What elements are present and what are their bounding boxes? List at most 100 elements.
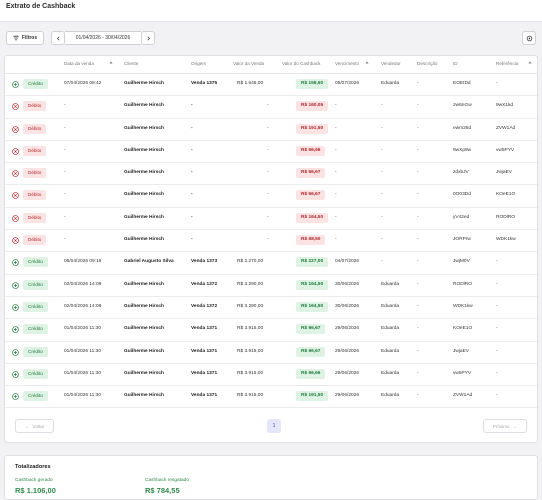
cell-description: - <box>417 125 419 131</box>
page-title: Extrato de Cashback <box>6 3 76 10</box>
type-badge: Crédito <box>23 257 48 268</box>
sort-icon[interactable] <box>365 61 369 66</box>
cell-sale-value: - <box>267 170 269 176</box>
cell-id: WDK1kw <box>453 303 473 309</box>
cell-due-date: 30/06/2026 <box>335 303 360 309</box>
table-row[interactable]: Débito - Guilherme Hirsch - - - - - 0O03Dd KOeE1O… <box>5 185 537 208</box>
table-row[interactable]: Crédito 07/04/2026 08:42 Guilherme Hirsch V… <box>5 74 537 97</box>
sort-icon[interactable] <box>109 61 113 66</box>
cell-date: - <box>64 214 66 220</box>
table-row[interactable]: Crédito 02/04/2026 14:08 Guilherme Hirsch V… <box>5 297 537 320</box>
cashback-value-badge: R$ 66,67 <box>296 346 326 357</box>
cell-origin: - <box>191 192 193 198</box>
column-header-description[interactable]: Descrição <box>417 61 437 66</box>
table-row[interactable]: Débito - Guilherme Hirsch - - - - - yV42ed RODlRO… <box>5 208 537 231</box>
cell-reference: 9wX1kd <box>496 103 514 109</box>
table-row[interactable]: Débito - Guilherme Hirsch - - - - - ewm26d ZVW1Ad… <box>5 119 537 141</box>
table-row[interactable]: Crédito 01/04/2026 11:30 Guilherme Hirsch V… <box>5 319 537 342</box>
cell-description: - <box>417 326 419 332</box>
type-badge: Débito <box>23 235 47 246</box>
cell-seller: - <box>381 147 383 153</box>
column-header-reference[interactable]: Referência <box>496 61 518 66</box>
cell-seller: - <box>381 237 383 243</box>
debit-x-icon <box>12 192 19 200</box>
column-header-id[interactable]: ID <box>453 61 458 66</box>
column-header-date[interactable]: Data da venda <box>64 61 94 66</box>
cell-reference: - <box>496 370 498 376</box>
settings-icon <box>526 35 532 41</box>
cashback-value-badge: R$ 66,67 <box>296 168 326 179</box>
cell-id: 9wXp9w <box>453 147 472 153</box>
cell-id: vw5PYV <box>453 370 472 376</box>
cell-date: 01/04/2026 11:30 <box>64 326 101 332</box>
cell-seller: Eduarda <box>381 393 400 399</box>
table-row[interactable]: Crédito 01/04/2026 11:30 Guilherme Hirsch V… <box>5 364 537 387</box>
previous-period-button[interactable] <box>51 31 65 45</box>
filters-label: Filtros <box>21 35 38 41</box>
column-header-sale-value[interactable]: Valor da Venda <box>233 61 264 66</box>
cell-origin: - <box>191 237 193 243</box>
cashback-redeemed-value: R$ 784,55 <box>145 486 180 495</box>
cell-date: 07/04/2026 08:42 <box>64 81 102 86</box>
cell-client: Guilherme Hirsch <box>124 393 164 399</box>
cell-date: - <box>64 125 66 131</box>
date-range-input[interactable]: 01/04/2026 - 30/04/2026 <box>65 31 141 45</box>
column-header-seller[interactable]: Vendedor <box>381 61 401 66</box>
debit-x-icon <box>12 148 19 155</box>
debit-x-icon <box>12 170 19 177</box>
table-row[interactable]: Débito - Guilherme Hirsch - - - - - JORPrw WDK1kw… <box>5 230 537 253</box>
cell-id: zdxbJV <box>453 170 469 176</box>
cell-reference: KOeE1O <box>496 192 516 198</box>
cell-reference: - <box>496 348 498 354</box>
table-row[interactable]: Crédito 06/04/2026 09:16 Gabriel Augusto S… <box>5 252 537 275</box>
cashback-value-badge: R$ 160,05 <box>296 101 329 112</box>
cell-due-date: 29/06/2026 <box>335 393 360 399</box>
cell-seller: - <box>381 103 383 109</box>
next-period-button[interactable] <box>141 31 155 45</box>
table-row[interactable]: Crédito 01/04/2026 11:30 Guilherme Hirsch V… <box>5 342 537 364</box>
arrow-right-icon: → <box>512 423 518 429</box>
table-row[interactable]: Débito - Guilherme Hirsch - - - - - zdxbJV JwjaEV… <box>5 163 537 186</box>
cell-client: Guilherme Hirsch <box>124 348 164 354</box>
table-body: Crédito 07/04/2026 08:42 Guilherme Hirsch V… <box>5 74 537 409</box>
page-number-button[interactable]: 1 <box>267 419 281 433</box>
table-row[interactable]: Débito - Guilherme Hirsch - - - - - 9wXp9w vw5PYV… <box>5 141 537 164</box>
cell-sale-value: R$ 3.915,00 <box>237 393 264 399</box>
cashback-value-badge: R$ 164,50 <box>296 279 329 290</box>
cell-date: 01/04/2026 11:30 <box>64 370 101 376</box>
cell-id: KOeE1O <box>453 326 473 332</box>
cell-sale-value: - <box>267 192 269 198</box>
filters-button[interactable]: Filtros <box>6 31 44 45</box>
previous-page-button[interactable]: ← Voltar <box>15 419 54 433</box>
cell-date: - <box>64 147 66 153</box>
table-row[interactable]: Crédito 01/04/2026 11:30 Guilherme Hirsch V… <box>5 386 537 409</box>
table-row[interactable]: Débito - Guilherme Hirsch - - - - - 2w6nGw 9wX1kd… <box>5 96 537 119</box>
cell-due-date: - <box>335 103 337 109</box>
cell-description: - <box>417 81 419 86</box>
column-header-client[interactable]: Cliente <box>124 61 138 66</box>
cashback-value-badge: R$ 164,50 <box>296 301 329 312</box>
column-header-due-date[interactable]: Vencimento <box>335 61 359 66</box>
cell-due-date: - <box>335 237 337 243</box>
table-row[interactable]: Crédito 02/04/2026 14:08 Guilherme Hirsch V… <box>5 275 537 297</box>
cell-due-date: 05/07/2026 <box>335 81 360 86</box>
cell-description: - <box>417 214 419 220</box>
cell-description: - <box>417 192 419 198</box>
type-badge: Débito <box>23 190 47 201</box>
cell-origin: Venda 1372 <box>191 303 218 309</box>
arrow-left-icon: ← <box>24 423 30 429</box>
cell-sale-value: - <box>267 103 269 109</box>
column-header-origin[interactable]: Origem <box>191 61 206 66</box>
cell-origin: Venda 1371 <box>191 326 218 332</box>
next-page-button[interactable]: Próximo → <box>483 419 527 433</box>
column-header-cashback-value[interactable]: Valor do Cashback <box>282 61 320 66</box>
cell-origin: Venda 1371 <box>191 348 218 354</box>
type-badge: Débito <box>23 123 47 134</box>
cell-reference: - <box>496 303 498 309</box>
type-badge: Débito <box>23 212 47 223</box>
column-settings-button[interactable] <box>522 31 536 45</box>
cell-id: JwjM0V <box>453 259 470 265</box>
cell-due-date: 29/06/2026 <box>335 370 360 376</box>
sort-icon[interactable] <box>528 61 532 66</box>
cell-due-date: - <box>335 147 337 153</box>
